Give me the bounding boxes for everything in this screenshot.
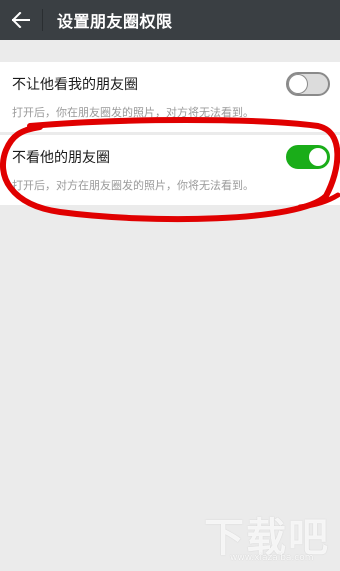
hide-my-moments-toggle[interactable] bbox=[286, 72, 330, 96]
setting-hide-my-moments: 不让他看我的朋友圈 打开后，你在朋友圈发的照片，对方将无法看到。 bbox=[0, 62, 340, 132]
back-button[interactable] bbox=[0, 0, 42, 40]
watermark: 下载吧 www.xiazaiba.com bbox=[196, 505, 336, 569]
toggle-knob bbox=[289, 75, 307, 93]
setting-label: 不让他看我的朋友圈 bbox=[12, 77, 138, 93]
arrow-left-icon bbox=[12, 12, 30, 28]
setting-hide-their-moments: 不看他的朋友圈 打开后，对方在朋友圈发的照片，你将无法看到。 bbox=[0, 135, 340, 205]
setting-description: 打开后，对方在朋友圈发的照片，你将无法看到。 bbox=[12, 179, 254, 192]
header-divider bbox=[42, 9, 43, 31]
page-title: 设置朋友圈权限 bbox=[57, 12, 173, 31]
setting-label: 不看他的朋友圈 bbox=[12, 150, 110, 166]
hide-their-moments-toggle[interactable] bbox=[286, 145, 330, 169]
toggle-knob bbox=[309, 148, 327, 166]
setting-description: 打开后，你在朋友圈发的照片，对方将无法看到。 bbox=[12, 106, 254, 119]
title-bar: 设置朋友圈权限 bbox=[0, 0, 340, 40]
watermark-url: www.xiazaiba.com bbox=[230, 553, 314, 563]
